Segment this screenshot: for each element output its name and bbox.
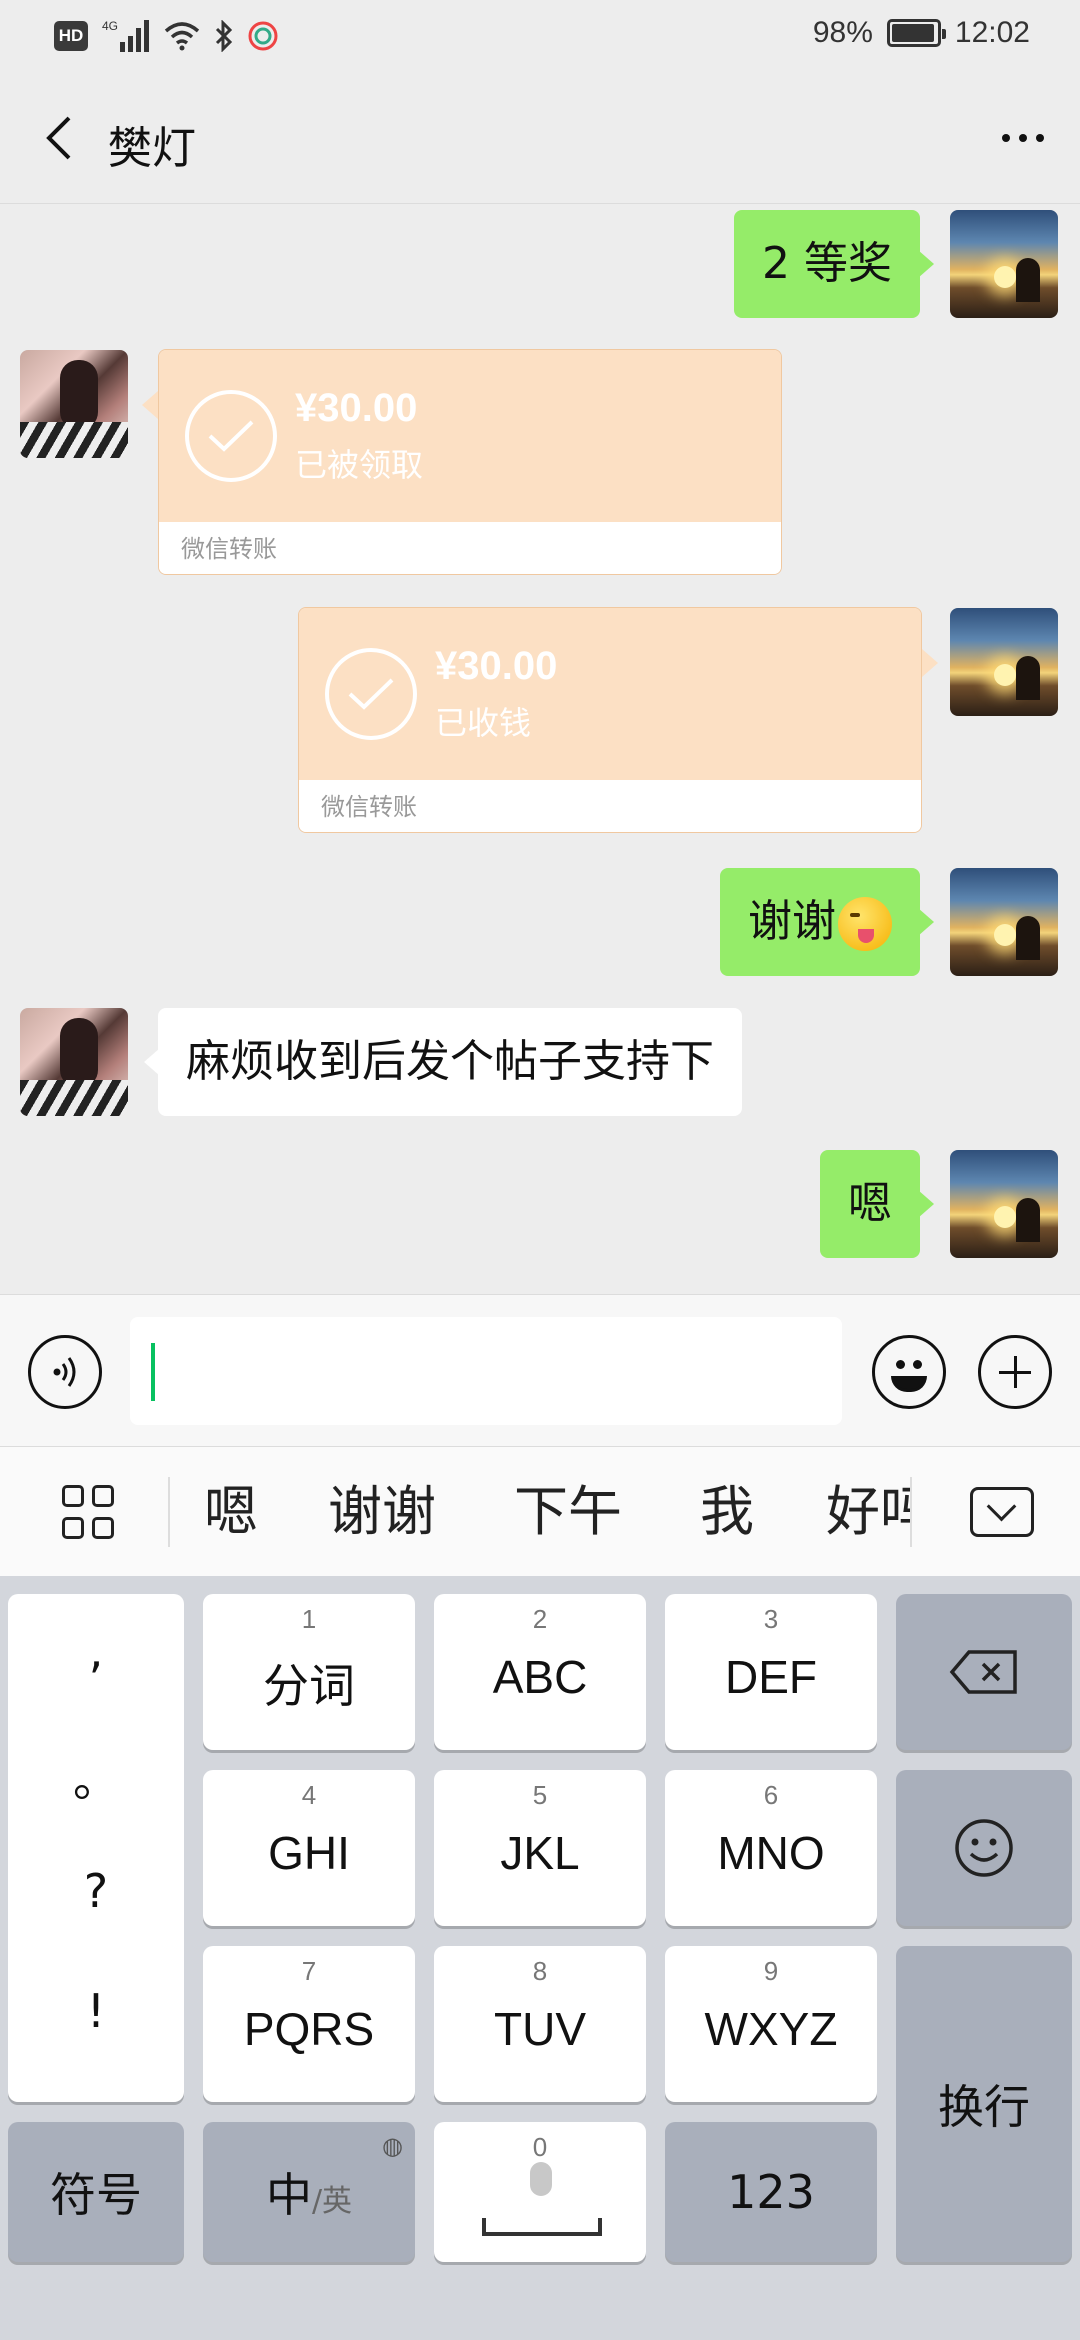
signal-icon: 4G (102, 19, 149, 52)
emoji-button[interactable] (872, 1335, 946, 1409)
message-bubble[interactable]: 2 等奖 (734, 210, 934, 318)
my-avatar[interactable] (950, 1150, 1058, 1258)
text-cursor (151, 1343, 155, 1401)
transfer-footer: 微信转账 (159, 522, 781, 574)
enter-label: 换行 (938, 2080, 1030, 2134)
winking-face-tongue-emoji-icon (838, 897, 892, 951)
keyboard: , 。 ? ! 1 分词 2 ABC 3 DEF 4 GHI 5 JKL 6 MNO 7P (0, 1576, 1080, 2340)
network-type: 4G (102, 19, 118, 33)
candidate-word[interactable]: 好吗 (826, 1477, 910, 1547)
punctuation-column[interactable]: , 。 ? ! (8, 1594, 184, 2102)
transfer-amount: ¥30.00 (295, 386, 418, 430)
globe-icon: ◍ (382, 2132, 403, 2160)
app-notification-icon (248, 21, 278, 51)
battery-percent: 98% (812, 16, 873, 49)
message-text: 谢谢 (748, 896, 836, 947)
more-button[interactable] (988, 110, 1058, 166)
key-3[interactable]: 3 DEF (665, 1594, 877, 1750)
more-functions-button[interactable] (978, 1335, 1052, 1409)
more-dots-icon (1002, 134, 1010, 142)
key-8[interactable]: 8 TUV (434, 1946, 646, 2102)
transfer-status: 已被领取 (295, 446, 424, 484)
enter-key[interactable]: 换行 (896, 1946, 1072, 2262)
message-bubble[interactable]: 麻烦收到后发个帖子支持下 (144, 1008, 742, 1116)
emoji-key[interactable] (896, 1770, 1072, 1926)
transfer-amount: ¥30.00 (435, 644, 558, 688)
chat-title: 樊灯 (108, 123, 196, 174)
punct-key[interactable]: ! (8, 1984, 184, 2038)
back-button[interactable] (30, 110, 86, 166)
voice-icon (53, 1357, 76, 1387)
symbols-key[interactable]: 符号 (8, 2122, 184, 2262)
message-bubble[interactable]: 嗯 (820, 1150, 934, 1258)
voice-input-button[interactable] (28, 1335, 102, 1409)
transfer-card[interactable]: ¥30.00 已收钱 微信转账 (298, 607, 922, 833)
key-7[interactable]: 7 PQRS (203, 1946, 415, 2102)
my-avatar[interactable] (950, 210, 1058, 318)
key-5[interactable]: 5 JKL (434, 1770, 646, 1926)
hd-badge: HD (54, 21, 88, 51)
number-mode-key[interactable]: 123 (665, 2122, 877, 2262)
candidate-word[interactable]: 我 (700, 1477, 754, 1547)
message-list[interactable]: 2 等奖 ¥30.00 已被领取 微信转账 ¥30.00 已收钱 微信转账 谢谢… (0, 205, 1080, 1295)
check-circle-icon (325, 648, 417, 740)
chevron-left-icon (46, 116, 71, 160)
transfer-card[interactable]: ¥30.00 已被领取 微信转账 (158, 349, 782, 575)
status-bar: HD 4G 98% 12:02 (0, 0, 1080, 72)
space-key[interactable]: 0 (434, 2122, 646, 2262)
my-avatar[interactable] (950, 868, 1058, 976)
contact-avatar[interactable] (20, 1008, 128, 1116)
check-circle-icon (185, 390, 277, 482)
punct-key[interactable]: ? (8, 1864, 184, 1918)
chat-header: 樊灯 (0, 72, 1080, 204)
collapse-keyboard-button[interactable] (970, 1487, 1034, 1537)
punct-key[interactable]: 。 (8, 1744, 184, 1810)
ime-candidate-bar: 嗯 谢谢 下午 我 好吗 (0, 1446, 1080, 1576)
backspace-key[interactable] (896, 1594, 1072, 1750)
microphone-icon (530, 2162, 552, 2196)
punct-key[interactable]: , (8, 1624, 184, 1678)
transfer-footer: 微信转账 (299, 780, 921, 832)
candidate-word[interactable]: 谢谢 (328, 1477, 436, 1547)
space-icon (482, 2218, 602, 2236)
key-1[interactable]: 1 分词 (203, 1594, 415, 1750)
key-9[interactable]: 9 WXYZ (665, 1946, 877, 2102)
transfer-status: 已收钱 (435, 704, 532, 742)
my-avatar[interactable] (950, 608, 1058, 716)
clock: 12:02 (954, 16, 1030, 49)
language-switch-key[interactable]: ◍ 中/英 (203, 2122, 415, 2262)
smiley-icon (955, 1819, 1013, 1877)
backspace-icon (949, 1650, 1017, 1694)
contact-avatar[interactable] (20, 350, 128, 458)
battery-icon (886, 19, 946, 47)
ime-menu-grid-icon[interactable] (62, 1485, 118, 1541)
bluetooth-icon (215, 20, 233, 52)
wifi-icon (164, 22, 200, 51)
input-bar (0, 1294, 1080, 1446)
candidate-word[interactable]: 下午 (514, 1477, 622, 1547)
candidate-word[interactable]: 嗯 (204, 1477, 258, 1547)
key-2[interactable]: 2 ABC (434, 1594, 646, 1750)
key-4[interactable]: 4 GHI (203, 1770, 415, 1926)
message-bubble[interactable]: 谢谢 (720, 868, 934, 976)
key-6[interactable]: 6 MNO (665, 1770, 877, 1926)
message-input[interactable] (130, 1317, 842, 1425)
